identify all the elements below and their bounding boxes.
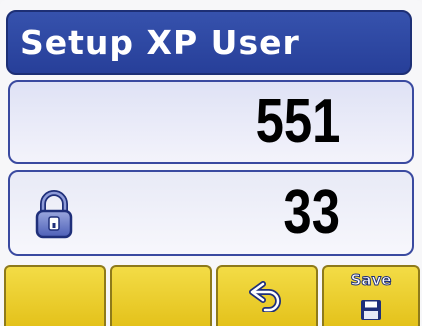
user-number-value: 551 xyxy=(255,87,340,156)
lock-icon xyxy=(34,190,74,240)
softkey-1[interactable] xyxy=(4,265,106,326)
softkey-2[interactable] xyxy=(110,265,212,326)
pin-field[interactable]: 33 xyxy=(8,170,414,256)
pin-value: 33 xyxy=(283,178,340,247)
back-softkey[interactable] xyxy=(216,265,318,326)
save-softkey[interactable]: Save xyxy=(322,265,420,326)
page-title: Setup XP User xyxy=(20,23,300,62)
floppy-disk-icon xyxy=(360,299,382,325)
user-number-field[interactable]: 551 xyxy=(8,80,414,164)
undo-icon xyxy=(247,278,287,316)
save-label: Save xyxy=(350,271,392,290)
device-screen: Setup XP User 551 33 Save xyxy=(0,0,422,326)
softkey-bar: Save xyxy=(0,263,422,326)
title-bar: Setup XP User xyxy=(6,10,412,75)
